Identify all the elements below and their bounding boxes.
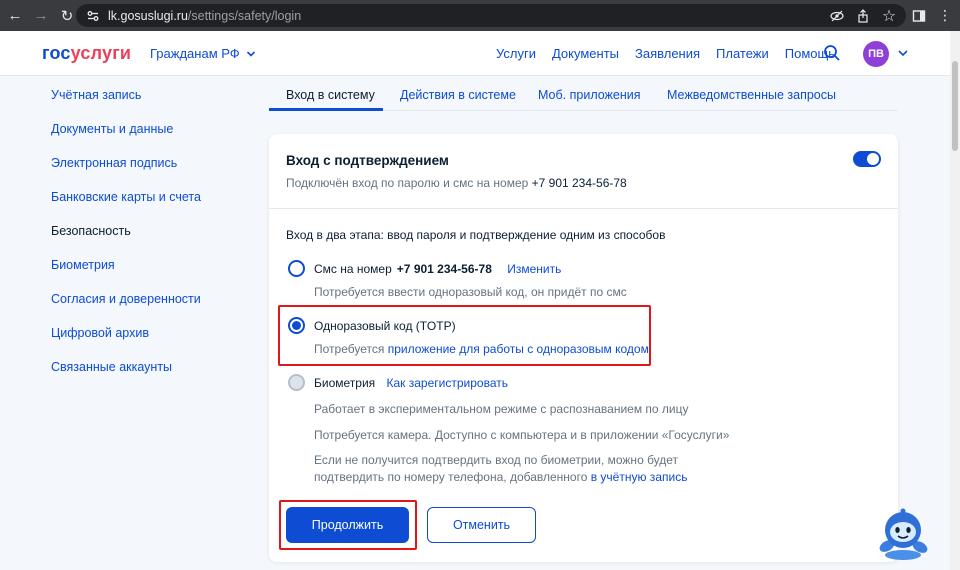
settings-sidebar: Учётная запись Документы и данные Электр… [51,86,201,392]
browser-toolbar: ← → ↻ lk.gosuslugi.ru/settings/safety/lo… [0,0,960,31]
sms-option-label: Смс на номер +7 901 234-56-78 Изменить [314,262,562,276]
totp-highlight-box [278,305,651,366]
nav-applications[interactable]: Заявления [635,46,700,61]
card-title: Вход с подтверждением [286,153,449,168]
tab-login[interactable]: Вход в систему [286,88,375,102]
url-path: /settings/safety/login [187,8,302,23]
toggle-knob [867,153,879,165]
divider [269,208,898,209]
citizens-label: Гражданам РФ [150,46,240,61]
sidebar-item-account[interactable]: Учётная запись [51,86,201,120]
sms-phone: +7 901 234-56-78 [396,262,492,276]
tracking-protection-icon[interactable] [830,9,844,23]
card-subtitle: Подключён вход по паролю и смс на номер … [286,176,627,190]
account-link[interactable]: в учётную запись [591,470,688,484]
site-header: госуслуги Гражданам РФ Услуги Документы … [0,31,950,76]
sidebar-item-bank-cards[interactable]: Банковские карты и счета [51,188,201,222]
share-icon[interactable] [856,8,870,23]
method-intro: Вход в два этапа: ввод пароля и подтверж… [286,228,666,242]
sidebar-item-digital-archive[interactable]: Цифровой архив [51,324,201,358]
cancel-button[interactable]: Отменить [427,507,536,543]
tab-mobile-apps[interactable]: Моб. приложения [538,88,641,102]
tab-actions[interactable]: Действия в системе [400,88,516,102]
security-tabs: Вход в систему Действия в системе Моб. п… [269,78,898,111]
forward-arrow-icon[interactable]: → [30,5,52,27]
sidebar-item-e-signature[interactable]: Электронная подпись [51,154,201,188]
sidebar-item-documents[interactable]: Документы и данные [51,120,201,154]
sidebar-item-biometry[interactable]: Биометрия [51,256,201,290]
sidebar-item-linked-accounts[interactable]: Связанные аккаунты [51,358,201,392]
bookmark-star-icon[interactable]: ☆ [882,8,896,25]
continue-highlight-box [279,500,417,550]
sidebar-item-security[interactable]: Безопасность [51,222,201,256]
chevron-down-icon[interactable] [897,47,909,59]
nav-documents[interactable]: Документы [552,46,619,61]
scrollbar-thumb[interactable] [952,61,958,151]
assistant-robot-icon[interactable] [874,508,932,560]
biometry-hint-fallback-line2: подтвердить по номеру телефона, добавлен… [314,470,688,484]
reload-icon[interactable]: ↻ [56,5,78,27]
url-host: lk.gosuslugi.ru [108,8,188,23]
biometry-hint-experimental: Работает в экспериментальном режиме с ра… [314,402,689,416]
how-to-register-link[interactable]: Как зарегистрировать [387,376,508,390]
side-panel-icon[interactable] [912,9,926,23]
chevron-down-icon [246,50,255,57]
nav-payments[interactable]: Платежи [716,46,769,61]
avatar[interactable]: ПВ [863,41,889,67]
change-phone-link[interactable]: Изменить [507,262,561,276]
current-phone: +7 901 234-56-78 [531,176,627,190]
sms-radio[interactable] [288,260,305,277]
biometry-radio[interactable] [288,374,305,391]
top-navigation: Услуги Документы Заявления Платежи Помощ… [496,46,835,61]
biometry-option-label: Биометрия Как зарегистрировать [314,376,508,390]
page-scrollbar[interactable] [950,31,960,570]
address-bar[interactable]: lk.gosuslugi.ru/settings/safety/login ☆ [76,4,906,27]
sms-hint: Потребуется ввести одноразовый код, он п… [314,285,627,299]
active-tab-indicator [269,108,383,111]
browser-menu-icon[interactable]: ⋮ [938,7,952,24]
site-info-icon[interactable] [86,9,100,23]
biometry-hint-camera: Потребуется камера. Доступно с компьютер… [314,428,730,442]
nav-services[interactable]: Услуги [496,46,536,61]
sidebar-item-consents[interactable]: Согласия и доверенности [51,290,201,324]
back-arrow-icon[interactable]: ← [4,5,26,27]
biometry-hint-fallback-line1: Если не получится подтвердить вход по би… [314,453,679,467]
gosuslugi-logo[interactable]: госуслуги [42,43,131,64]
search-icon[interactable] [823,44,841,62]
citizens-dropdown[interactable]: Гражданам РФ [150,46,256,61]
two-step-toggle[interactable] [853,151,881,167]
tab-interagency-requests[interactable]: Межведомственные запросы [667,88,836,102]
